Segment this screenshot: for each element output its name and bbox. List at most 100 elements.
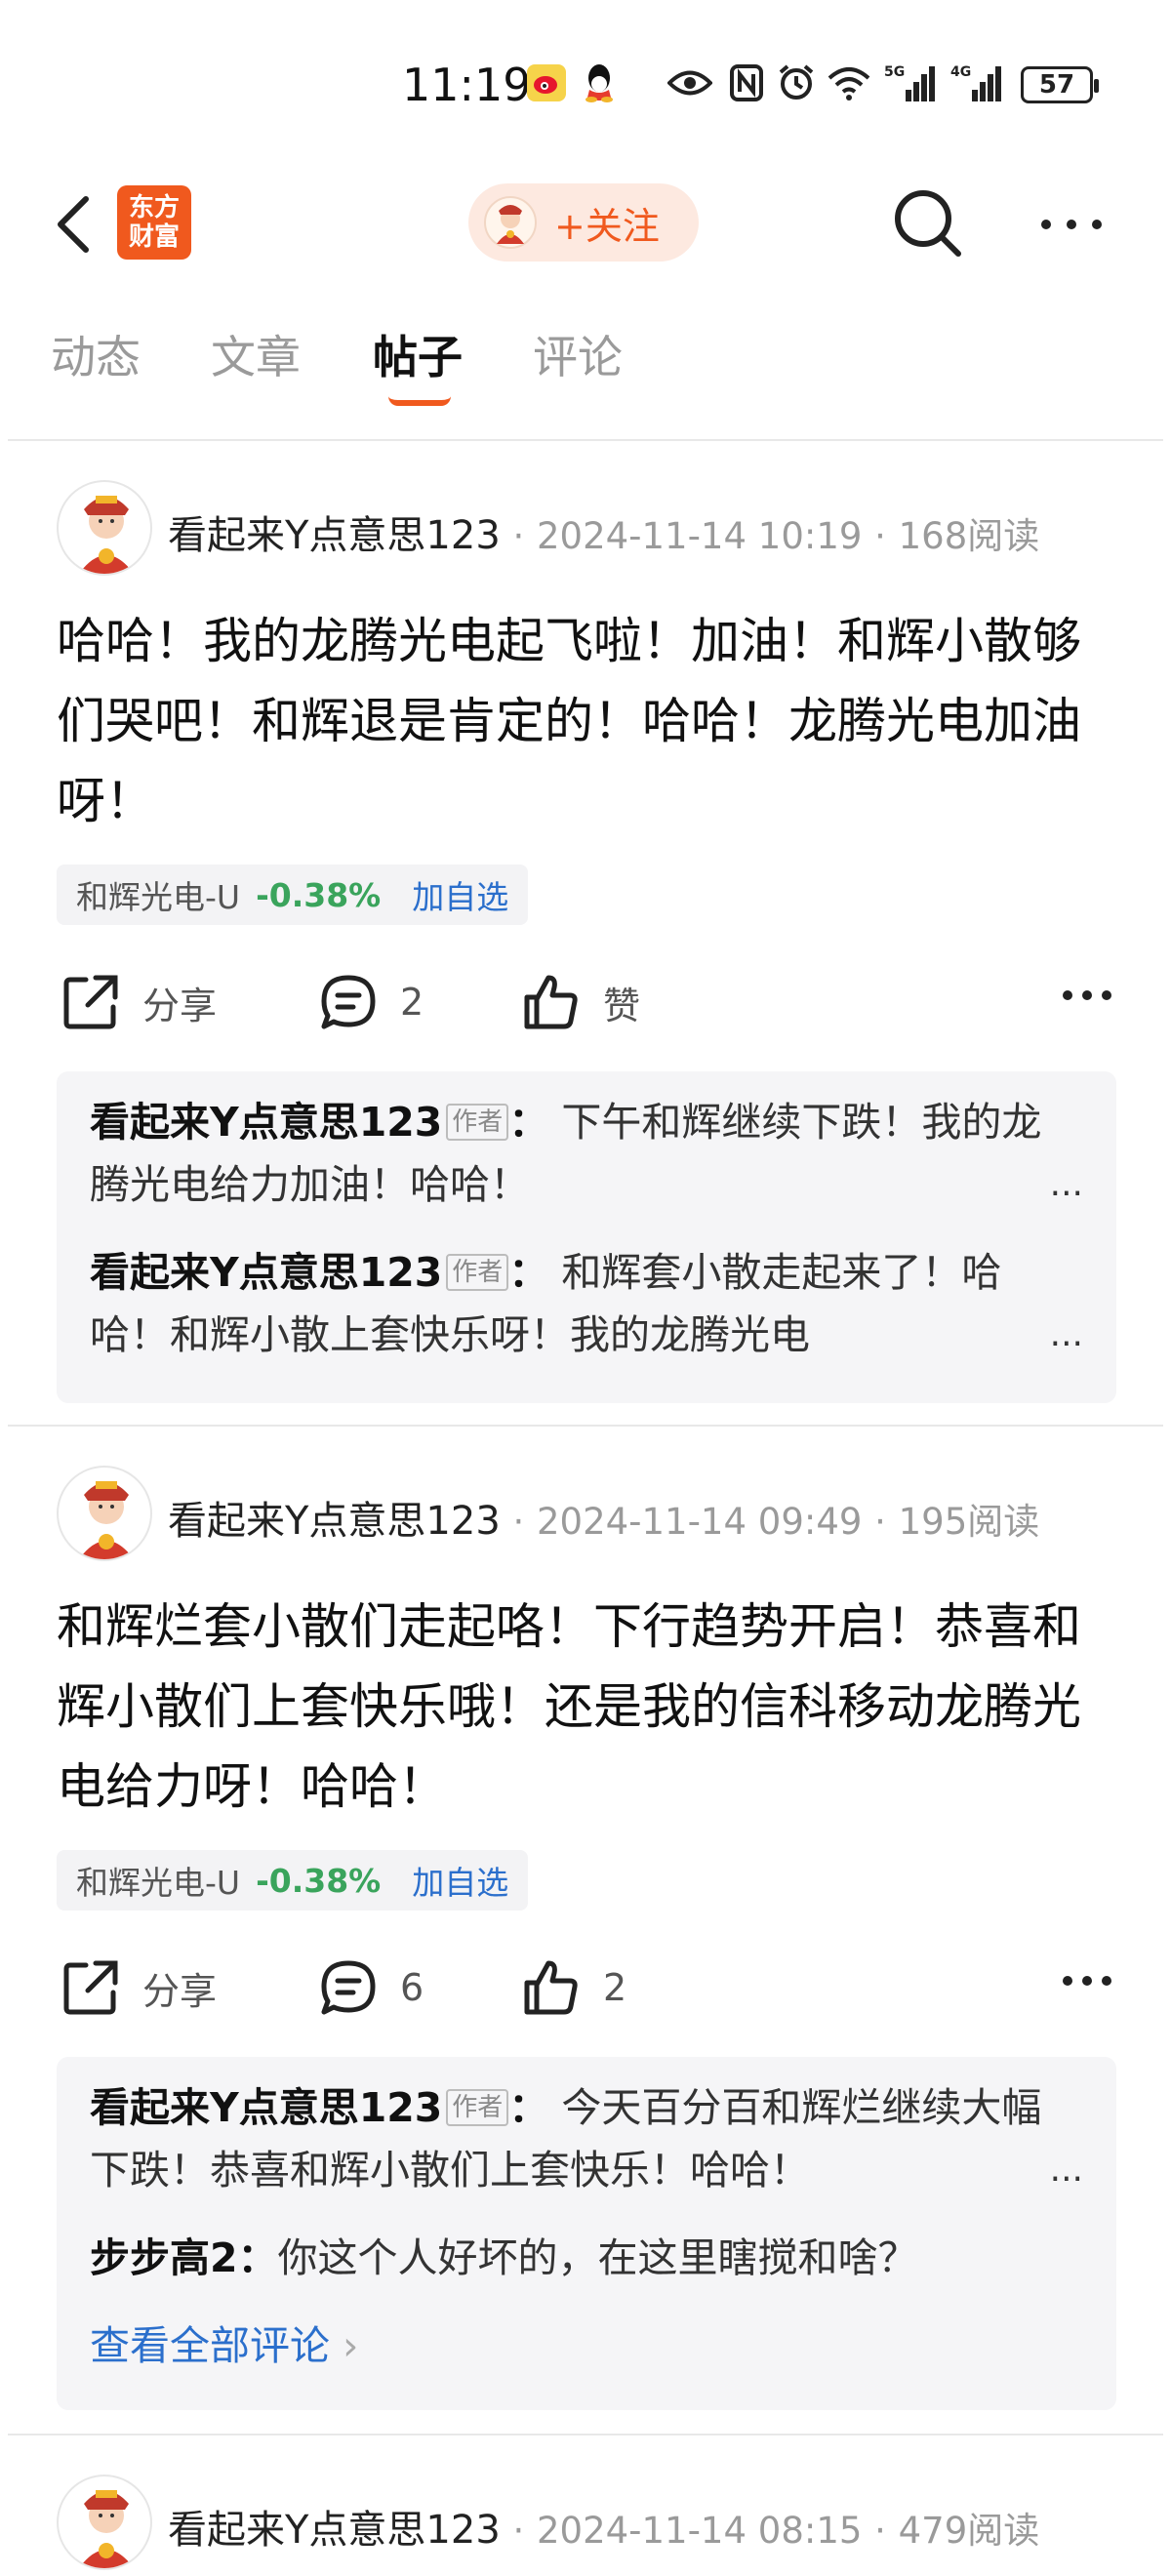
separator: · <box>874 515 886 557</box>
author-tag: 作者 <box>446 2089 509 2126</box>
stock-name: 和辉光电-U <box>76 1864 241 1902</box>
battery-icon: 57 <box>1021 66 1099 103</box>
post-more-button[interactable] <box>1060 1971 1136 1991</box>
logo-line-1: 东方 <box>128 193 180 222</box>
like-label: 赞 <box>603 984 641 1027</box>
search-icon[interactable] <box>892 187 964 260</box>
comment-preview[interactable]: 看起来Y点意思123 作者： 今天百分百和辉烂继续大幅下跌！恭喜和辉小散们上套快乐… <box>57 2057 1116 2410</box>
divider <box>8 1425 1163 1427</box>
avatar[interactable] <box>57 2475 152 2570</box>
share-button[interactable]: 分享 <box>61 1957 217 2018</box>
avatar[interactable] <box>57 480 152 576</box>
commenter-name[interactable]: 看起来Y点意思123 <box>90 1249 442 1296</box>
read-count: 479阅读 <box>898 2510 1040 2552</box>
active-tab-indicator <box>388 396 451 406</box>
signal-5g-icon: 5G <box>884 62 937 107</box>
more-icon <box>1063 990 1111 1000</box>
app-logo: 东方 财富 <box>117 185 191 260</box>
alarm-icon <box>777 62 816 105</box>
comment-ellipsis: ... <box>1049 1314 1083 1354</box>
thumbs-up-icon <box>524 1960 578 2015</box>
signal-4g-icon: 4G <box>950 62 1003 107</box>
svg-text:4G: 4G <box>950 64 971 80</box>
comment-text: 你这个人好坏的，在这里瞎搅和啥？ <box>277 2234 918 2281</box>
share-icon <box>63 1960 118 2015</box>
like-count: 2 <box>603 1966 627 2009</box>
post-date: 2024-11-14 08:15 <box>536 2510 863 2552</box>
separator: · <box>512 1501 525 1543</box>
stock-change: -0.38% <box>256 1861 382 1900</box>
chevron-right-icon: › <box>343 2322 359 2369</box>
more-icon[interactable] <box>1034 195 1109 254</box>
stock-change: -0.38% <box>256 875 382 914</box>
comment-ellipsis: ... <box>1049 1164 1083 1204</box>
share-button[interactable]: 分享 <box>61 972 217 1032</box>
comment-item[interactable]: 看起来Y点意思123 作者： 今天百分百和辉烂继续大幅下跌！恭喜和辉小散们上套快乐… <box>90 2076 1083 2201</box>
post-more-button[interactable] <box>1060 986 1136 1005</box>
commenter-name[interactable]: 步步高2 <box>90 2234 238 2281</box>
share-label: 分享 <box>142 1969 218 2013</box>
comment-ellipsis: ... <box>1049 2150 1083 2190</box>
comment-count: 2 <box>400 981 424 1024</box>
nfc-icon <box>730 64 763 105</box>
back-button[interactable] <box>49 193 100 256</box>
follow-label: +关注 <box>554 204 660 248</box>
share-label: 分享 <box>142 984 218 1027</box>
tab-articles[interactable]: 文章 <box>211 322 301 386</box>
follow-button[interactable]: +关注 <box>468 183 699 262</box>
comment-colon: ： <box>508 1099 549 1146</box>
post-meta: 看起来Y点意思123 · 2024-11-14 10:19 · 168阅读 <box>168 503 1039 560</box>
stock-name: 和辉光电-U <box>76 878 241 916</box>
separator: · <box>874 2510 886 2552</box>
post-date: 2024-11-14 10:19 <box>536 515 863 557</box>
author-tag: 作者 <box>446 1254 509 1291</box>
separator: · <box>874 1501 886 1543</box>
more-icon <box>1063 1976 1111 1986</box>
author-tag: 作者 <box>446 1104 509 1141</box>
comment-preview[interactable]: 看起来Y点意思123 作者： 下午和辉继续下跌！我的龙腾光电给力加油！哈哈！ ..… <box>57 1071 1116 1403</box>
comment-icon <box>321 1960 376 2015</box>
divider <box>8 439 1163 441</box>
comment-item[interactable]: 步步高2：你这个人好坏的，在这里瞎搅和啥？ <box>90 2227 1083 2289</box>
avatar <box>484 196 537 249</box>
stock-chip[interactable]: 和辉光电-U -0.38% 加自选 <box>57 865 529 925</box>
post-body[interactable]: 和辉烂套小散们走起咯！下行趋势开启！恭喜和辉小散们上套快乐哦！还是我的信科移动龙… <box>57 1587 1120 1827</box>
svg-text:5G: 5G <box>884 64 905 80</box>
view-all-comments-link[interactable]: 查看全部评论 › <box>90 2314 1083 2377</box>
author-name[interactable]: 看起来Y点意思123 <box>168 1499 501 1544</box>
comment-item[interactable]: 看起来Y点意思123 作者： 下午和辉继续下跌！我的龙腾光电给力加油！哈哈！ ..… <box>90 1091 1083 1216</box>
status-time: 11:19 <box>402 59 532 111</box>
read-count: 195阅读 <box>898 1501 1040 1543</box>
stock-chip[interactable]: 和辉光电-U -0.38% 加自选 <box>57 1850 529 1911</box>
comment-colon: ： <box>237 2234 278 2281</box>
comment-count: 6 <box>400 1966 424 2009</box>
comment-button[interactable]: 2 <box>318 972 424 1032</box>
comment-button[interactable]: 6 <box>318 1957 424 2018</box>
post-actions: 分享 2 赞 <box>0 964 1171 1042</box>
commenter-name[interactable]: 看起来Y点意思123 <box>90 1099 442 1146</box>
post-meta: 看起来Y点意思123 · 2024-11-14 08:15 · 479阅读 <box>168 2498 1039 2555</box>
tab-bar: 动态 文章 帖子 评论 <box>0 312 1171 429</box>
comment-colon: ： <box>508 2084 549 2131</box>
like-button[interactable]: 2 <box>521 1957 626 2018</box>
comment-colon: ： <box>508 1249 549 1296</box>
author-name[interactable]: 看起来Y点意思123 <box>168 2508 501 2553</box>
status-bar: 11:19 5G 4G 57 <box>0 0 1171 166</box>
eye-icon <box>666 68 713 101</box>
commenter-name[interactable]: 看起来Y点意思123 <box>90 2084 442 2131</box>
tab-dynamics[interactable]: 动态 <box>51 322 141 386</box>
add-watchlist-button[interactable]: 加自选 <box>412 871 508 918</box>
add-watchlist-button[interactable]: 加自选 <box>412 1857 508 1904</box>
like-button[interactable]: 赞 <box>521 972 640 1032</box>
comment-icon <box>321 975 376 1029</box>
avatar[interactable] <box>57 1466 152 1561</box>
author-name[interactable]: 看起来Y点意思123 <box>168 513 501 558</box>
logo-line-2: 财富 <box>128 222 180 252</box>
post-body[interactable]: 哈哈！我的龙腾光电起飞啦！加油！和辉小散够们哭吧！和辉退是肯定的！哈哈！龙腾光电… <box>57 601 1120 841</box>
read-count: 168阅读 <box>898 515 1040 557</box>
qq-icon <box>582 62 617 103</box>
divider <box>8 2434 1163 2435</box>
tab-comments[interactable]: 评论 <box>533 322 623 386</box>
comment-item[interactable]: 看起来Y点意思123 作者： 和辉套小散走起来了！哈哈！和辉小散上套快乐呀！我的龙… <box>90 1241 1083 1366</box>
tab-posts[interactable]: 帖子 <box>373 322 463 386</box>
